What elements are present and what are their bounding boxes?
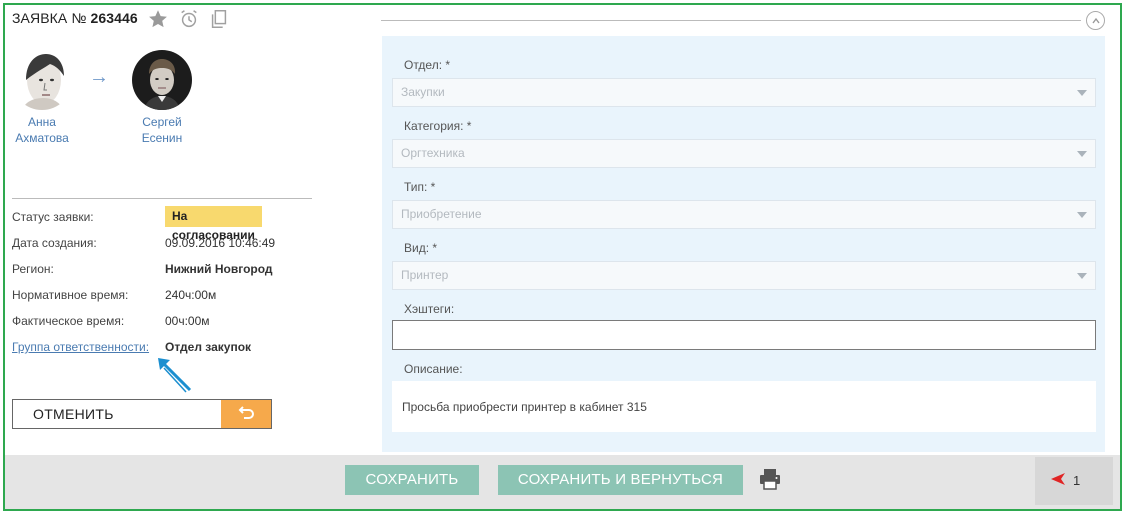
norm-time-value: 240ч:00м [165,288,217,302]
created-label: Дата создания: [12,236,97,250]
header-divider [381,20,1081,21]
collapse-up-icon[interactable] [1086,11,1105,30]
norm-time-label: Нормативное время: [12,288,129,302]
copy-icon[interactable] [208,8,230,30]
type-label: Тип: * [404,180,436,194]
ticket-number: 263446 [90,10,138,26]
category-label: Категория: * [404,119,472,133]
star-icon[interactable] [147,8,169,30]
kind-select[interactable]: Принтер [392,261,1096,290]
created-value: 09.09.2016 10:46:49 [165,236,276,250]
actual-time-label: Фактическое время: [12,314,125,328]
chevron-down-icon [1077,151,1087,157]
kind-label: Вид: * [404,241,438,255]
alarm-clock-icon[interactable] [178,8,200,30]
dept-select-value: Закупки [401,85,445,99]
hashtags-input[interactable] [392,320,1096,350]
region-label: Регион: [12,262,54,276]
chevron-down-icon [1077,273,1087,279]
description-field[interactable]: Просьба приобрести принтер в кабинет 315 [392,381,1096,432]
region-value: Нижний Новгород [165,262,273,276]
person-from[interactable]: Анна Ахматова [12,50,72,146]
arrow-right-icon: → [89,66,109,88]
pointer-arrow-icon [152,354,194,399]
dept-select[interactable]: Закупки [392,78,1096,107]
notification-counter[interactable]: 1 [1035,457,1113,505]
category-select[interactable]: Оргтехника [392,139,1096,168]
dept-label: Отдел: * [404,58,451,72]
group-link[interactable]: Группа ответственности: [12,338,162,356]
undo-icon[interactable] [221,400,271,428]
person-from-first-name: Анна [28,115,56,129]
cancel-button[interactable]: ОТМЕНИТЬ [12,399,272,429]
chevron-down-icon [1077,212,1087,218]
kind-select-value: Принтер [401,268,449,282]
status-badge: На согласовании [165,206,262,242]
actual-time-value: 00ч:00м [165,314,210,328]
avatar-from [12,50,72,110]
status-label: Статус заявки: [12,210,94,224]
ticket-title-prefix: ЗАЯВКА № [12,10,87,26]
red-arrow-icon [1051,473,1067,488]
save-button[interactable]: СОХРАНИТЬ [345,465,479,495]
type-select[interactable]: Приобретение [392,200,1096,229]
avatar-to [132,50,192,110]
info-divider [12,198,312,199]
person-to-first-name: Сергей [142,115,182,129]
person-from-last-name: Ахматова [15,131,69,145]
person-to-last-name: Есенин [141,131,183,145]
chevron-down-icon [1077,90,1087,96]
save-and-return-button[interactable]: СОХРАНИТЬ И ВЕРНУТЬСЯ [498,465,743,495]
description-label: Описание: [404,362,463,376]
category-select-value: Оргтехника [401,146,465,160]
type-select-value: Приобретение [401,207,482,221]
counter-value: 1 [1073,473,1081,488]
hashtags-label: Хэштеги: [404,302,455,316]
ticket-title: ЗАЯВКА № 263446 [12,10,138,26]
person-to[interactable]: Сергей Есенин [132,50,192,146]
print-icon[interactable] [758,467,782,491]
cancel-button-label: ОТМЕНИТЬ [33,406,114,422]
